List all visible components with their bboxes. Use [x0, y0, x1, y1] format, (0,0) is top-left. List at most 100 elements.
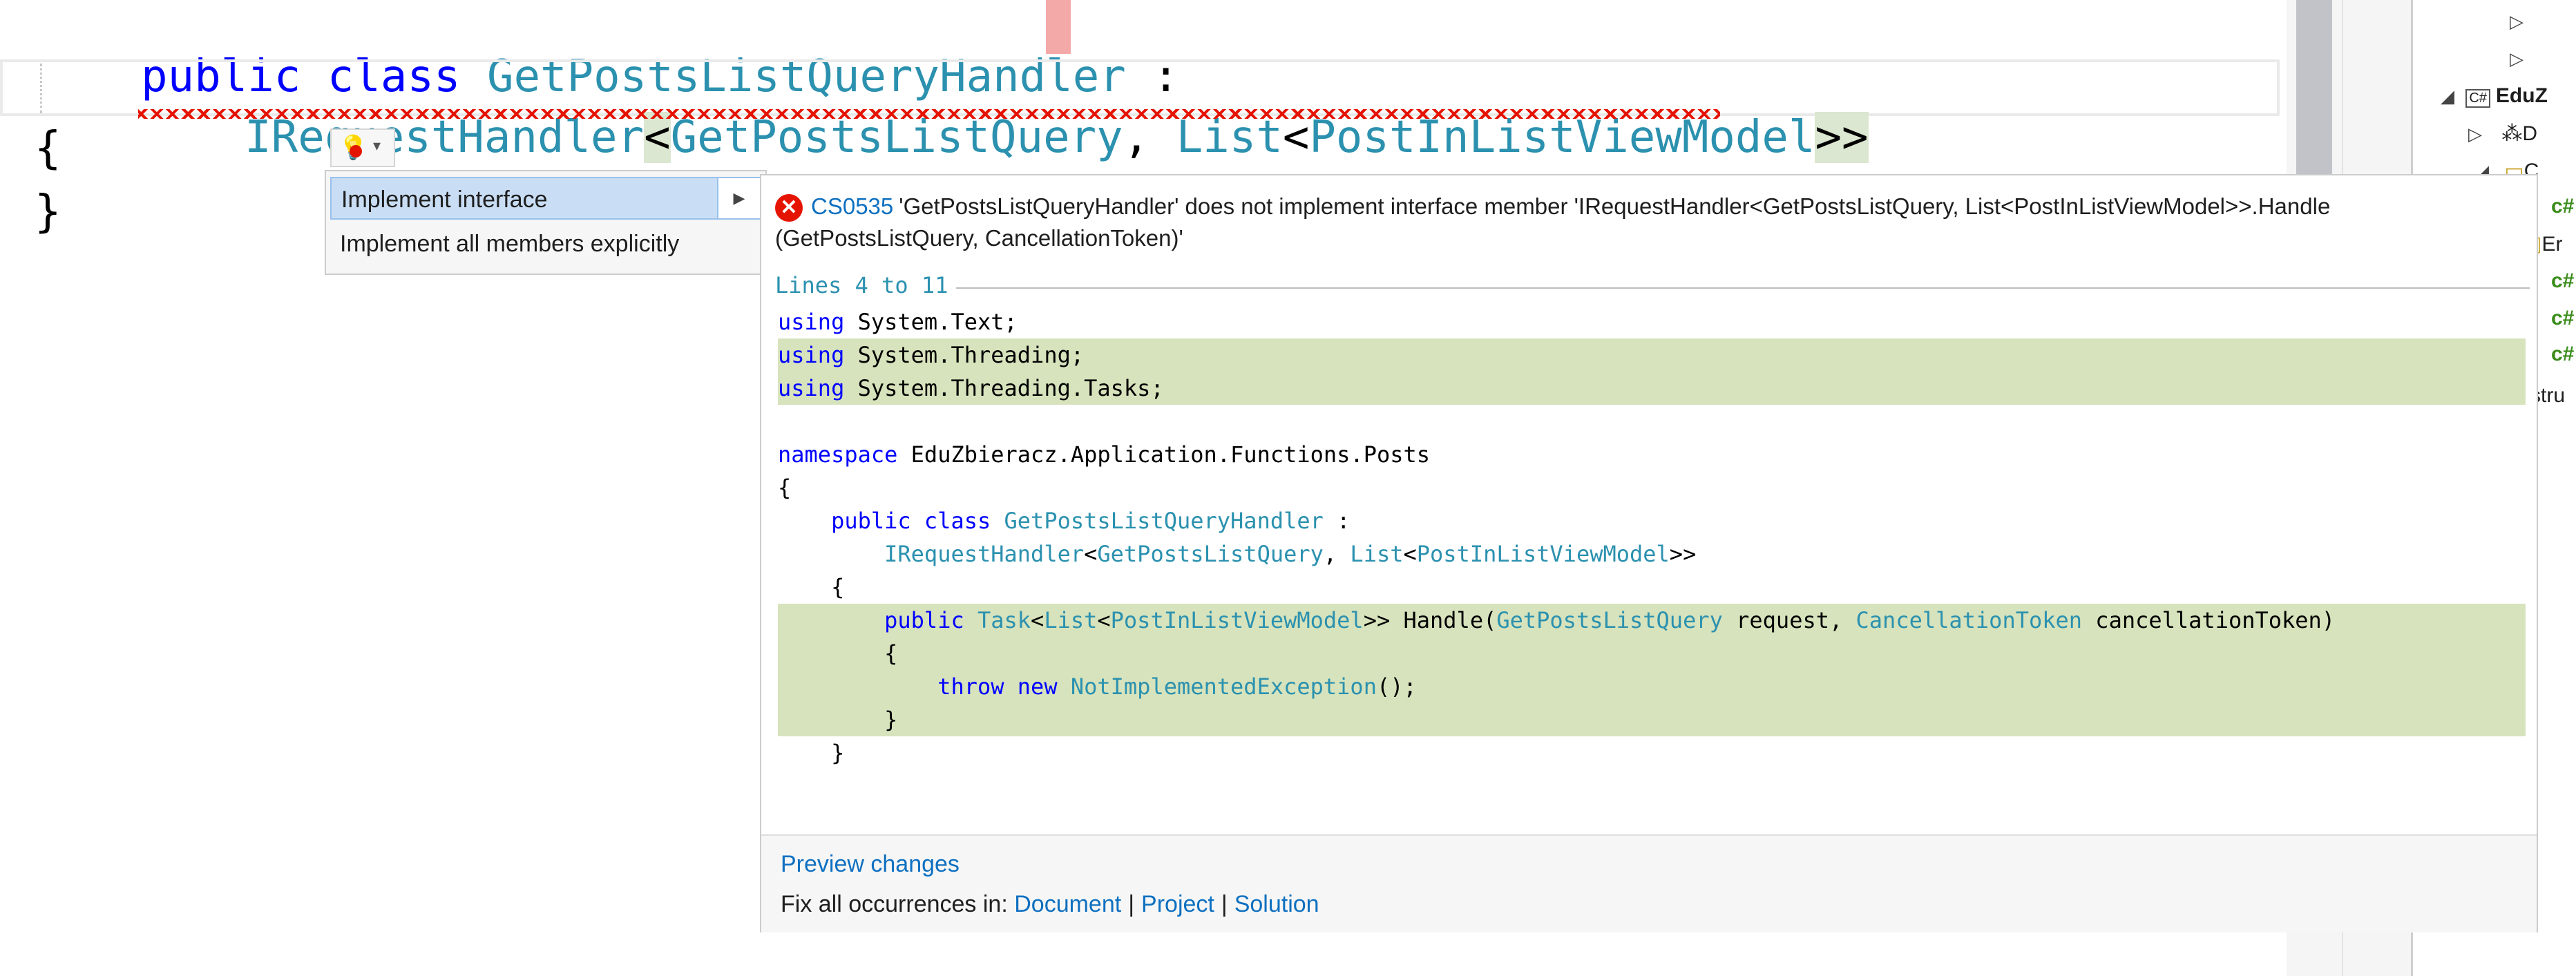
quick-actions-menu[interactable]: Implement interface ▶ Implement all memb…: [325, 170, 767, 275]
code-token: using: [778, 309, 845, 335]
code-token: }: [778, 707, 898, 733]
error-badge-icon: [350, 145, 362, 157]
lines-range: Lines 4 to 11: [775, 272, 2530, 300]
indent-guide: [40, 64, 42, 113]
code-token: cancellationToken): [2082, 607, 2336, 633]
added-code-line: using System.Threading.Tasks;: [778, 372, 2526, 405]
code-token: EduZbieracz.Application.Functions.Posts: [897, 441, 1431, 468]
quick-actions-lightbulb[interactable]: 💡 ▾: [330, 128, 395, 167]
code-token: List: [1350, 541, 1404, 567]
code-token: <: [1031, 607, 1044, 633]
closing-brackets: >>: [1815, 112, 1869, 163]
tree-item-csfile[interactable]: c#: [2551, 269, 2574, 293]
code-token: List: [1044, 607, 1098, 633]
angle-bracket: <: [644, 112, 671, 163]
tree-item-csfile[interactable]: c#: [2551, 343, 2574, 366]
code-token: PostInListViewModel: [1416, 541, 1670, 567]
code-token: >>: [1669, 541, 1697, 567]
code-token: namespace: [778, 441, 898, 468]
fix-preview-panel: ✕ CS0535 'GetPostsListQueryHandler' does n…: [760, 174, 2538, 932]
code-token: :: [1323, 508, 1351, 534]
code-token: {: [778, 640, 898, 667]
menu-item-implement-explicitly[interactable]: Implement all members explicitly: [330, 222, 761, 265]
code-token: ();: [1376, 673, 1417, 700]
preview-footer: Preview changes Fix all occurrences in: …: [761, 834, 2537, 932]
code-token: IRequestHandler: [884, 541, 1085, 567]
code-token: System.Threading;: [844, 342, 1085, 368]
divider: [775, 287, 2530, 289]
code-token: <: [1403, 541, 1417, 567]
tree-expander-2[interactable]: ▷: [2510, 47, 2523, 70]
code-token: PostInListViewModel: [1110, 607, 1364, 633]
menu-item-implement-interface[interactable]: Implement interface ▶: [330, 177, 761, 220]
code-token: System.Threading.Tasks;: [844, 375, 1164, 401]
code-token: throw new: [937, 673, 1058, 700]
code-token: ,: [1323, 541, 1351, 567]
code-token: request,: [1722, 607, 1856, 633]
code-token: CancellationToken: [1855, 607, 2083, 633]
scrollbar-thumb[interactable]: [2296, 0, 2332, 180]
code-token: GetPostsListQuery: [1097, 541, 1324, 567]
code-token: GetPostsListQuery: [1496, 607, 1723, 633]
code-token: <: [1084, 541, 1098, 567]
submenu-arrow-icon[interactable]: ▶: [717, 178, 760, 218]
code-line: namespace EduZbieracz.Application.Functi…: [778, 438, 2526, 471]
collapse-arrow-icon[interactable]: ◢: [2441, 86, 2454, 106]
code-line: {: [778, 571, 2526, 604]
error-code-link[interactable]: CS0535: [811, 193, 893, 219]
code-line: {: [778, 471, 2526, 504]
error-message: 'GetPostsListQueryHandler' does not impl…: [775, 193, 2331, 251]
added-code-line: using System.Threading;: [778, 338, 2526, 372]
code-token: {: [778, 574, 845, 600]
tree-item-project[interactable]: ◢ C# EduZ: [2441, 84, 2548, 108]
code-token: }: [778, 740, 845, 766]
type-arg-viewmodel: PostInListViewModel: [1309, 112, 1815, 163]
fix-all-label: Fix all occurrences in:: [781, 891, 1008, 917]
added-code-line: {: [778, 637, 2526, 670]
type-arg-query: GetPostsListQuery: [670, 112, 1123, 163]
code-token: public: [884, 607, 964, 633]
code-token: public class: [831, 508, 991, 534]
code-token: Task: [977, 607, 1031, 633]
preview-changes-link[interactable]: Preview changes: [781, 851, 960, 878]
error-icon: ✕: [775, 194, 803, 222]
code-token: using: [778, 375, 845, 401]
code-line: IRequestHandler<GetPostsListQuery, List<…: [778, 537, 2526, 571]
fix-project-link[interactable]: Project: [1141, 891, 1214, 917]
chevron-down-icon[interactable]: ▾: [373, 137, 381, 155]
added-code-line: public Task<List<PostInListViewModel>> H…: [778, 604, 2526, 637]
code-token: using: [778, 342, 845, 368]
code-token: <: [1097, 607, 1111, 633]
tree-item-csfile[interactable]: c#: [2551, 307, 2574, 330]
angle-bracket: <: [1282, 112, 1310, 163]
code-token: NotImplementedException: [1070, 673, 1377, 700]
error-description: ✕ CS0535 'GetPostsListQueryHandler' does n…: [775, 191, 2516, 254]
tree-expander-1[interactable]: ▷: [2510, 10, 2523, 33]
interface-name[interactable]: IRequestHandler: [245, 112, 644, 163]
comma: ,: [1123, 112, 1176, 163]
code-token: >> Handle(: [1363, 607, 1497, 633]
error-squiggle: [138, 109, 1720, 119]
fix-document-link[interactable]: Document: [1014, 891, 1121, 917]
fix-solution-link[interactable]: Solution: [1234, 891, 1319, 917]
csharp-project-icon: C#: [2465, 89, 2490, 108]
added-code-line: throw new NotImplementedException();: [778, 670, 2526, 703]
code-token: {: [778, 475, 792, 501]
tree-item-dependencies[interactable]: ▷ ⁂D: [2468, 122, 2537, 146]
code-line-4[interactable]: }: [35, 186, 61, 238]
code-line: public class GetPostsListQueryHandler :: [778, 504, 2526, 537]
lines-range-label: Lines 4 to 11: [775, 272, 957, 298]
added-code-line: }: [778, 703, 2526, 736]
code-line: }: [778, 736, 2526, 769]
code-token: System.Text;: [844, 309, 1018, 335]
code-line: using System.Text;: [778, 305, 2526, 338]
tree-item-csfile[interactable]: c#: [2551, 195, 2574, 218]
code-line-3[interactable]: {: [35, 123, 61, 174]
